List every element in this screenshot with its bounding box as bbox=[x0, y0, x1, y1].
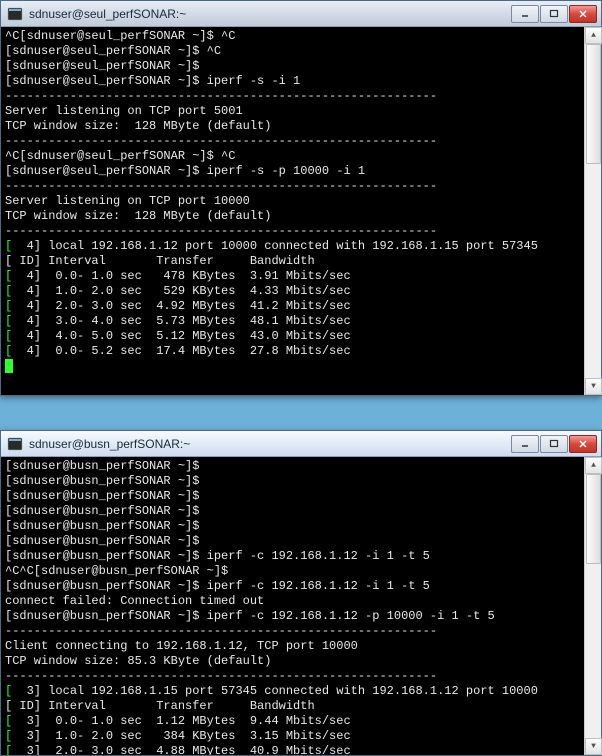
terminal-window-seul: sdnuser@seul_perfSONAR:~ ^C[sdnuser@seul… bbox=[0, 0, 602, 396]
terminal-line: [ 4] 3.0- 4.0 sec 5.73 MBytes 48.1 Mbits… bbox=[5, 314, 580, 329]
maximize-button[interactable] bbox=[540, 5, 568, 23]
scrollbar-thumb[interactable] bbox=[586, 474, 601, 564]
terminal-line: [sdnuser@seul_perfSONAR ~]$ iperf -s -i … bbox=[5, 74, 580, 89]
terminal-output[interactable]: ^C[sdnuser@seul_perfSONAR ~]$ ^C[sdnuser… bbox=[1, 27, 584, 395]
terminal-line: [ 4] 0.0- 5.2 sec 17.4 MBytes 27.8 Mbits… bbox=[5, 344, 580, 359]
close-button[interactable] bbox=[569, 5, 597, 23]
terminal-line: [sdnuser@busn_perfSONAR ~]$ bbox=[5, 459, 580, 474]
close-button[interactable] bbox=[569, 435, 597, 453]
terminal-line: ----------------------------------------… bbox=[5, 89, 580, 104]
terminal-line: [sdnuser@seul_perfSONAR ~]$ bbox=[5, 59, 580, 74]
scroll-up-button[interactable]: ▲ bbox=[585, 27, 602, 44]
terminal-line: Server listening on TCP port 5001 bbox=[5, 104, 580, 119]
terminal-line: Server listening on TCP port 10000 bbox=[5, 194, 580, 209]
terminal-line: ----------------------------------------… bbox=[5, 179, 580, 194]
terminal-line: [ 4] 0.0- 1.0 sec 478 KBytes 3.91 Mbits/… bbox=[5, 269, 580, 284]
terminal-window-busn: sdnuser@busn_perfSONAR:~ [sdnuser@busn_p… bbox=[0, 430, 602, 756]
scrollbar[interactable]: ▲ ▼ bbox=[584, 457, 601, 755]
terminal-line: [ 3] 2.0- 3.0 sec 4.88 MBytes 40.9 Mbits… bbox=[5, 744, 580, 755]
terminal-line: [ 3] 0.0- 1.0 sec 1.12 MBytes 9.44 Mbits… bbox=[5, 714, 580, 729]
window-title: sdnuser@busn_perfSONAR:~ bbox=[29, 437, 510, 451]
terminal-line: ----------------------------------------… bbox=[5, 134, 580, 149]
titlebar[interactable]: sdnuser@seul_perfSONAR:~ bbox=[1, 1, 601, 27]
terminal-line: connect failed: Connection timed out bbox=[5, 594, 580, 609]
terminal-line: [sdnuser@busn_perfSONAR ~]$ iperf -c 192… bbox=[5, 549, 580, 564]
titlebar[interactable]: sdnuser@busn_perfSONAR:~ bbox=[1, 431, 601, 457]
scroll-down-button[interactable]: ▼ bbox=[585, 738, 602, 755]
terminal-line: [ 4] 2.0- 3.0 sec 4.92 MBytes 41.2 Mbits… bbox=[5, 299, 580, 314]
terminal-line: [ ID] Interval Transfer Bandwidth bbox=[5, 254, 580, 269]
terminal-line: [sdnuser@seul_perfSONAR ~]$ iperf -s -p … bbox=[5, 164, 580, 179]
maximize-button[interactable] bbox=[540, 435, 568, 453]
terminal-line: ^C[sdnuser@seul_perfSONAR ~]$ ^C bbox=[5, 29, 580, 44]
terminal-icon bbox=[7, 6, 23, 22]
terminal-line: TCP window size: 85.3 KByte (default) bbox=[5, 654, 580, 669]
terminal-line: [sdnuser@busn_perfSONAR ~]$ bbox=[5, 519, 580, 534]
terminal-line: [ ID] Interval Transfer Bandwidth bbox=[5, 699, 580, 714]
scroll-down-button[interactable]: ▼ bbox=[585, 378, 602, 395]
scrollbar-thumb[interactable] bbox=[586, 44, 601, 164]
terminal-line: TCP window size: 128 MByte (default) bbox=[5, 209, 580, 224]
terminal-line: [ 3] 1.0- 2.0 sec 384 KBytes 3.15 Mbits/… bbox=[5, 729, 580, 744]
terminal-line: [ 4] local 192.168.1.12 port 10000 conne… bbox=[5, 239, 580, 254]
terminal-line: [sdnuser@busn_perfSONAR ~]$ bbox=[5, 534, 580, 549]
terminal-line: [sdnuser@busn_perfSONAR ~]$ iperf -c 192… bbox=[5, 579, 580, 594]
terminal-line: [sdnuser@busn_perfSONAR ~]$ bbox=[5, 504, 580, 519]
terminal-line: ----------------------------------------… bbox=[5, 224, 580, 239]
window-controls bbox=[510, 435, 597, 453]
terminal-output[interactable]: [sdnuser@busn_perfSONAR ~]$ [sdnuser@bus… bbox=[1, 457, 584, 755]
window-title: sdnuser@seul_perfSONAR:~ bbox=[29, 7, 510, 21]
terminal-line: [ 3] local 192.168.1.15 port 57345 conne… bbox=[5, 684, 580, 699]
terminal-line: ----------------------------------------… bbox=[5, 624, 580, 639]
terminal-line: [ 4] 4.0- 5.0 sec 5.12 MBytes 43.0 Mbits… bbox=[5, 329, 580, 344]
terminal-line: ^C[sdnuser@seul_perfSONAR ~]$ ^C bbox=[5, 149, 580, 164]
terminal-line: ^C^C[sdnuser@busn_perfSONAR ~]$ bbox=[5, 564, 580, 579]
window-controls bbox=[510, 5, 597, 23]
terminal-line: Client connecting to 192.168.1.12, TCP p… bbox=[5, 639, 580, 654]
terminal-line: [sdnuser@busn_perfSONAR ~]$ bbox=[5, 489, 580, 504]
terminal-icon bbox=[7, 436, 23, 452]
terminal-line: [ 4] 1.0- 2.0 sec 529 KBytes 4.33 Mbits/… bbox=[5, 284, 580, 299]
terminal-line: TCP window size: 128 MByte (default) bbox=[5, 119, 580, 134]
terminal-line: ----------------------------------------… bbox=[5, 669, 580, 684]
scrollbar[interactable]: ▲ ▼ bbox=[584, 27, 601, 395]
minimize-button[interactable] bbox=[511, 5, 539, 23]
minimize-button[interactable] bbox=[511, 435, 539, 453]
scroll-up-button[interactable]: ▲ bbox=[585, 457, 602, 474]
terminal-line: [sdnuser@seul_perfSONAR ~]$ ^C bbox=[5, 44, 580, 59]
terminal-line: [sdnuser@busn_perfSONAR ~]$ bbox=[5, 474, 580, 489]
terminal-line: [sdnuser@busn_perfSONAR ~]$ iperf -c 192… bbox=[5, 609, 580, 624]
